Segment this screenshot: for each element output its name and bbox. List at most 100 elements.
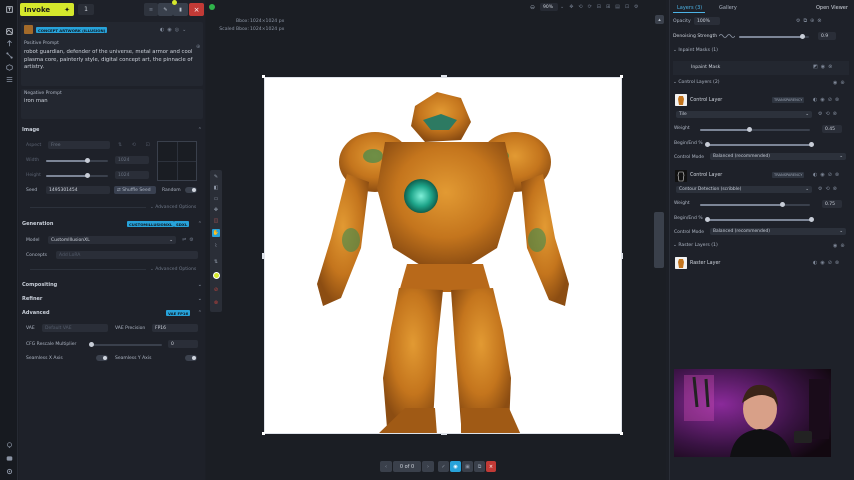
control-layer-2-model-select[interactable]: Contour Detection (scribble) ⌄ bbox=[676, 186, 812, 193]
queue-icon[interactable] bbox=[5, 75, 13, 83]
upscale-icon[interactable] bbox=[5, 39, 13, 47]
compositing-section-header[interactable]: Compositing ⌄ bbox=[22, 280, 202, 290]
discard-icon[interactable]: × bbox=[486, 461, 496, 472]
resize-handle-corner[interactable] bbox=[620, 432, 623, 435]
width-input[interactable]: 1024 bbox=[115, 156, 149, 164]
image-advanced-options-link[interactable]: ⌄ Advanced Options bbox=[150, 205, 196, 210]
reset-icon[interactable]: ⊘ bbox=[212, 286, 220, 294]
resize-handle-corner[interactable] bbox=[262, 75, 265, 78]
canvas-icon[interactable] bbox=[5, 27, 13, 35]
vae-select[interactable]: Default VAE bbox=[42, 324, 108, 332]
generation-advanced-options-link[interactable]: ⌄ Advanced Options bbox=[150, 267, 196, 272]
resize-handle-left[interactable] bbox=[262, 253, 264, 259]
clear-queue-button[interactable]: ▮ bbox=[173, 3, 188, 16]
resize-handle-bottom[interactable] bbox=[441, 433, 447, 435]
resize-handle-top[interactable] bbox=[441, 75, 447, 77]
swap-colors-icon[interactable]: ⇅ bbox=[212, 258, 220, 266]
canvas-settings-icon[interactable]: ▴ bbox=[655, 15, 664, 24]
raster-layers-icons[interactable]: ◉⊕ bbox=[833, 243, 848, 249]
vae-precision-select[interactable]: FP16 bbox=[152, 324, 198, 332]
control-layer-2-weight-input[interactable]: 0.75 bbox=[822, 200, 842, 208]
style-preset-thumbnail[interactable] bbox=[24, 25, 33, 34]
denoise-input[interactable]: 0.9 bbox=[818, 32, 836, 40]
image-section-header[interactable]: Image ⌃ bbox=[22, 125, 202, 135]
denoise-slider[interactable] bbox=[739, 34, 809, 39]
cancel-button[interactable]: × bbox=[189, 3, 204, 16]
tab-gallery[interactable]: Gallery bbox=[719, 5, 737, 11]
negative-prompt-input[interactable]: iron man bbox=[24, 98, 48, 104]
seamless-y-toggle[interactable] bbox=[185, 355, 197, 361]
concepts-select[interactable]: Add LoRA bbox=[56, 251, 198, 259]
control-layer-1-weight-input[interactable]: 0.45 bbox=[822, 125, 842, 133]
queue-menu-button[interactable]: ≡ bbox=[144, 3, 158, 16]
bulb-icon[interactable] bbox=[5, 441, 13, 449]
height-slider[interactable] bbox=[46, 173, 108, 178]
bbox-tool-icon[interactable]: ◫ bbox=[212, 217, 220, 225]
control-layer-1-tool-icons[interactable]: ⚙⟲⊗ bbox=[818, 111, 840, 117]
move-tool-icon[interactable]: ✥ bbox=[212, 206, 220, 214]
shuffle-seed-button[interactable]: ⇄ Shuffle Seed bbox=[114, 186, 156, 194]
control-layer-2-mode-select[interactable]: Balanced (recommended) ⌄ bbox=[710, 228, 846, 235]
layer-action-icons[interactable]: ⚙⧉⊕⊗ bbox=[796, 18, 824, 24]
seamless-x-toggle[interactable] bbox=[96, 355, 108, 361]
model-settings-icons[interactable]: ⇌⚙ bbox=[182, 237, 197, 243]
raster-layer-thumbnail[interactable] bbox=[675, 257, 687, 269]
prev-image-icon[interactable]: ‹ bbox=[380, 461, 392, 472]
cfg-rescale-slider[interactable] bbox=[89, 342, 162, 347]
seed-input[interactable]: 1495301454 bbox=[46, 186, 110, 194]
eraser-tool-icon[interactable]: ◧ bbox=[212, 184, 220, 192]
width-slider[interactable] bbox=[46, 158, 108, 163]
control-layer-1-icons[interactable]: ◐◉⊘⊗ bbox=[813, 97, 842, 103]
raster-layer-icons[interactable]: ◐◉⊘⊗ bbox=[813, 260, 842, 266]
zoom-out-icon[interactable]: ⊖ bbox=[530, 4, 535, 11]
prompt-toolbar-icons[interactable]: ◐◉◎⌄ bbox=[160, 27, 189, 33]
settings-gear-icon[interactable] bbox=[5, 467, 13, 475]
control-layer-1-weight-slider[interactable] bbox=[700, 127, 810, 132]
color-swatch-icon[interactable] bbox=[212, 271, 220, 279]
control-layer-2-thumbnail[interactable] bbox=[675, 170, 687, 182]
models-icon[interactable] bbox=[5, 63, 13, 71]
delete-icon[interactable]: ⊗ bbox=[212, 299, 220, 307]
add-embedding-icon[interactable]: ⊕ bbox=[196, 44, 200, 50]
control-layer-2-icons[interactable]: ◐◉⊘⊗ bbox=[813, 172, 842, 178]
panel-resize-handle[interactable] bbox=[654, 212, 664, 268]
control-layer-1-thumbnail[interactable] bbox=[675, 94, 687, 106]
logo-icon[interactable] bbox=[5, 5, 13, 13]
canvas-generated-image[interactable] bbox=[264, 77, 622, 434]
positive-prompt-input[interactable]: robot guardian, defender of the universe… bbox=[24, 49, 196, 72]
height-input[interactable]: 1024 bbox=[115, 171, 149, 179]
inpaint-mask-icons[interactable]: ◩◉⊗ bbox=[813, 64, 835, 70]
control-layer-1-mode-select[interactable]: Balanced (recommended) ⌄ bbox=[710, 153, 846, 160]
resize-handle-corner[interactable] bbox=[620, 75, 623, 78]
eyedropper-tool-icon[interactable]: ⌇ bbox=[212, 242, 220, 250]
view-tool-icon[interactable]: ✋ bbox=[212, 229, 220, 237]
discord-icon[interactable] bbox=[5, 454, 13, 462]
control-layer-1-begin-end-slider[interactable] bbox=[705, 142, 814, 147]
control-layers-icons[interactable]: ◉⊕ bbox=[833, 80, 848, 86]
raster-layers-header[interactable]: ⌄ Raster Layers (1) bbox=[673, 243, 849, 248]
rect-tool-icon[interactable]: ▭ bbox=[212, 195, 220, 203]
open-viewer-button[interactable]: Open Viewer bbox=[816, 5, 848, 11]
invoke-button[interactable]: Invoke ✦ bbox=[20, 3, 74, 16]
cfg-rescale-input[interactable]: 0 bbox=[168, 340, 198, 348]
resize-handle-right[interactable] bbox=[621, 253, 623, 259]
accept-icon[interactable]: ✓ bbox=[438, 461, 449, 472]
copy-icon[interactable]: ⧉ bbox=[474, 461, 485, 472]
workflows-icon[interactable] bbox=[5, 51, 13, 59]
save-icon[interactable]: ▣ bbox=[462, 461, 473, 472]
control-layer-2-weight-slider[interactable] bbox=[700, 202, 810, 207]
control-layers-header[interactable]: ⌄ Control Layers (2) bbox=[673, 80, 849, 85]
zoom-level[interactable]: 90% bbox=[540, 3, 558, 11]
aspect-select[interactable]: Free bbox=[48, 141, 110, 149]
control-layer-1-model-select[interactable]: Tile ⌄ bbox=[676, 111, 812, 118]
model-select[interactable]: CustomIllusionXL ⌄ bbox=[48, 236, 176, 244]
random-seed-toggle[interactable] bbox=[185, 187, 197, 193]
opacity-input[interactable]: 100% bbox=[694, 17, 720, 25]
inpaint-masks-header[interactable]: ⌄ Inpaint Masks (1) bbox=[673, 48, 849, 53]
aspect-tool-icons[interactable]: ⇅ ⟲ ⊡ bbox=[118, 142, 154, 148]
tab-layers[interactable]: Layers (3) bbox=[677, 5, 702, 11]
eye-icon[interactable]: ◉ bbox=[450, 461, 461, 472]
control-layer-2-begin-end-slider[interactable] bbox=[705, 217, 814, 222]
resize-handle-corner[interactable] bbox=[262, 432, 265, 435]
brush-tool-icon[interactable]: ✎ bbox=[212, 173, 220, 181]
